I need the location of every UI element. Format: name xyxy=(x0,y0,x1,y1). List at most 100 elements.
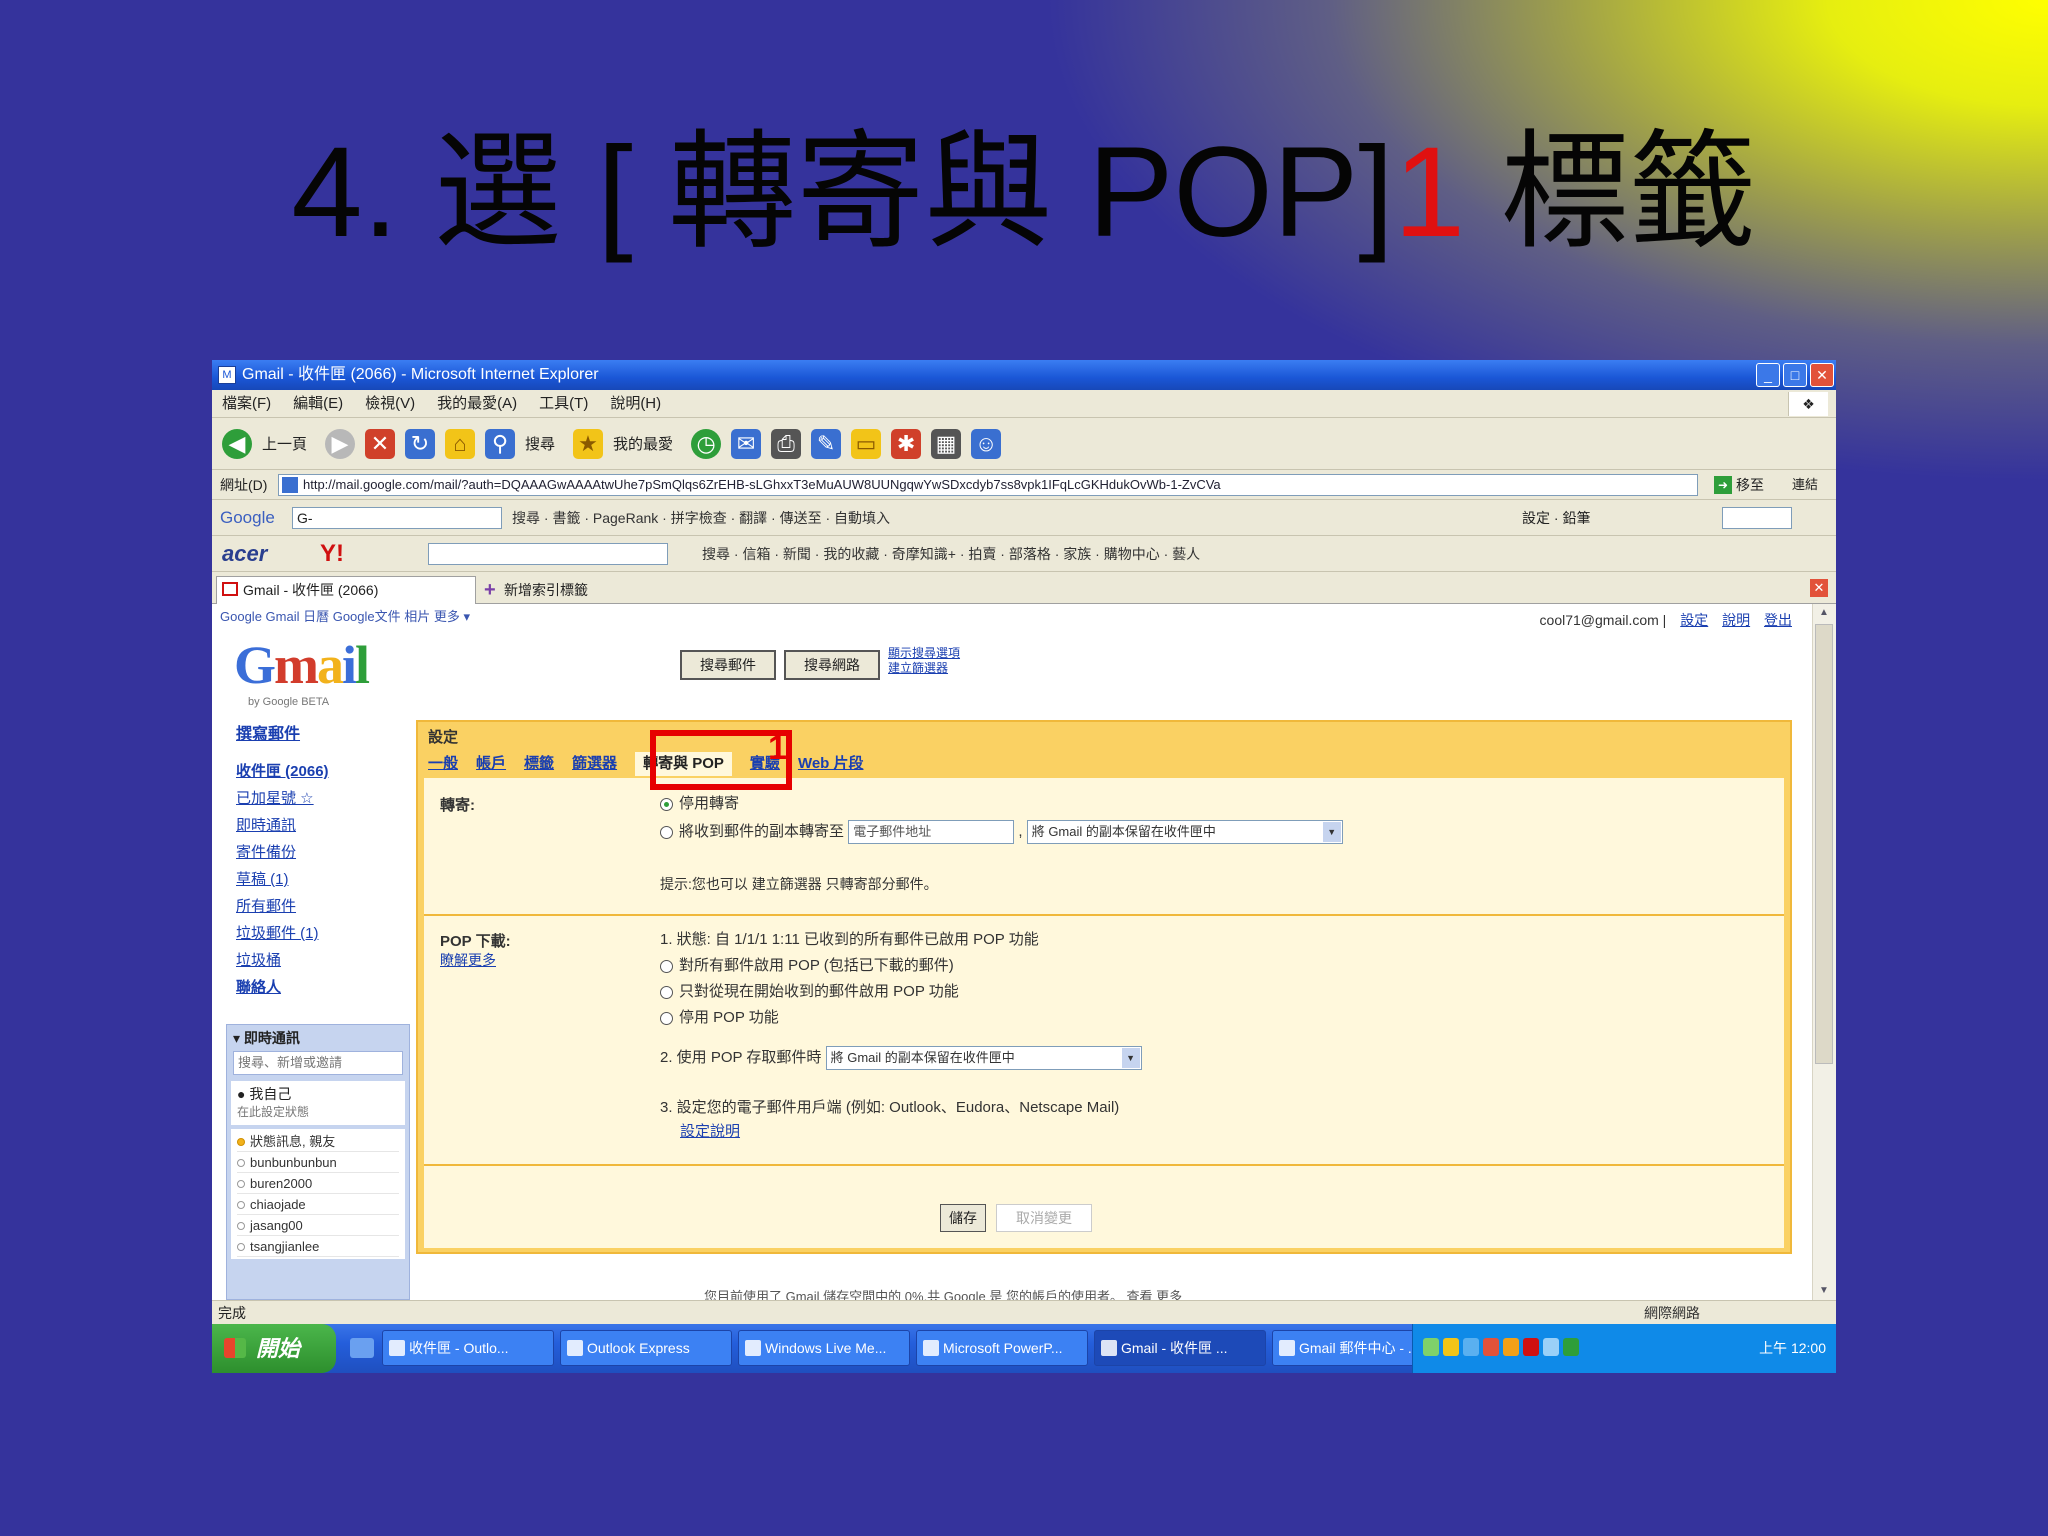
history-icon[interactable]: ◷ xyxy=(691,428,722,459)
pop-all-row[interactable]: 對所有郵件啟用 POP (包括已下載的郵件) xyxy=(660,954,954,975)
scroll-up-icon[interactable]: ▲ xyxy=(1815,604,1833,622)
tray-messenger-icon[interactable] xyxy=(1463,1338,1479,1356)
google-toolbar-box-right[interactable] xyxy=(1722,507,1792,529)
links-button[interactable]: 連結 xyxy=(1792,470,1818,500)
tray-battery-icon[interactable] xyxy=(1563,1338,1579,1356)
gmail-logo[interactable]: Gmail xyxy=(234,634,370,696)
maximize-button[interactable]: □ xyxy=(1783,363,1807,387)
address-input[interactable]: http://mail.google.com/mail/?auth=DQAAAG… xyxy=(278,474,1698,496)
tab-general[interactable]: 一般 xyxy=(428,752,458,776)
favorites-star-icon[interactable]: ★ xyxy=(573,428,604,459)
back-arrow-icon[interactable]: ◀ xyxy=(222,428,252,459)
folder-icon[interactable]: ▭ xyxy=(851,428,882,459)
nav-contacts[interactable]: 聯絡人 xyxy=(236,974,366,1001)
tray-clock[interactable]: 上午 12:00 xyxy=(1759,1324,1826,1373)
nav-trash[interactable]: 垃圾桶 xyxy=(236,947,366,974)
forward-email-input[interactable]: 電子郵件地址 xyxy=(848,820,1015,845)
tray-volume-icon[interactable] xyxy=(1443,1338,1459,1356)
task-powerpoint[interactable]: Microsoft PowerP... xyxy=(916,1330,1088,1366)
menu-favorites[interactable]: 我的最愛(A) xyxy=(437,390,517,417)
back-label[interactable]: 上一頁 xyxy=(262,433,307,454)
nav-chats[interactable]: 即時通訊 xyxy=(236,812,366,839)
google-toolbar-settings[interactable]: 設定 · 鉛筆 xyxy=(1522,500,1590,536)
task-outlook-express[interactable]: Outlook Express xyxy=(560,1330,732,1366)
nav-all-mail[interactable]: 所有郵件 xyxy=(236,893,366,920)
menu-help[interactable]: 說明(H) xyxy=(610,390,661,417)
scroll-down-icon[interactable]: ▼ xyxy=(1815,1282,1833,1300)
page-scrollbar[interactable]: ▲ ▼ xyxy=(1812,604,1836,1300)
print-icon[interactable]: ⎙ xyxy=(771,428,802,459)
save-button[interactable]: 儲存 xyxy=(940,1204,986,1232)
task-live-messenger[interactable]: Windows Live Me... xyxy=(738,1330,910,1366)
forward-disable-radio[interactable] xyxy=(660,797,673,811)
nav-drafts[interactable]: 草稿 (1) xyxy=(236,866,366,893)
tab-filters[interactable]: 篩選器 xyxy=(572,752,617,776)
task-outlook[interactable]: 收件匣 - Outlo... xyxy=(382,1330,554,1366)
close-tab-icon[interactable]: ✕ xyxy=(1810,579,1828,597)
pop-from-now-radio[interactable] xyxy=(660,985,673,999)
refresh-icon[interactable]: ↻ xyxy=(405,428,436,459)
window-titlebar[interactable]: M Gmail - 收件匣 (2066) - Microsoft Interne… xyxy=(212,360,1836,390)
chat-header[interactable]: ▾ 即時通訊 xyxy=(227,1025,409,1049)
search-label[interactable]: 搜尋 xyxy=(525,433,555,454)
tray-security-icon[interactable] xyxy=(1523,1338,1539,1356)
settings-link[interactable]: 設定 xyxy=(1680,612,1708,628)
calculator-icon[interactable]: ▦ xyxy=(931,428,962,459)
pop-action-select[interactable]: 將 Gmail 的副本保留在收件匣中 ▼ xyxy=(825,1046,1142,1071)
google-toolbar-search[interactable]: G- xyxy=(292,507,502,529)
chat-search-input[interactable]: 搜尋、新增或邀請 xyxy=(233,1051,403,1075)
list-item[interactable]: tsangjianlee xyxy=(237,1236,399,1257)
tab-gmail-inbox[interactable]: Gmail - 收件匣 (2066) xyxy=(216,576,476,604)
pop-all-radio[interactable] xyxy=(660,959,673,973)
close-window-button[interactable]: ✕ xyxy=(1810,363,1834,387)
pop-from-now-row[interactable]: 只對從現在開始收到的郵件啟用 POP 功能 xyxy=(660,980,959,1001)
pop-disable-row[interactable]: 停用 POP 功能 xyxy=(660,1006,779,1027)
forward-enable-radio[interactable] xyxy=(660,825,673,839)
yahoo-toolbar-buttons[interactable]: 搜尋 · 信箱 · 新聞 · 我的收藏 · 奇摩知識+ · 拍賣 · 部落格 ·… xyxy=(702,536,1200,572)
minimize-button[interactable]: _ xyxy=(1756,363,1780,387)
chat-self-status[interactable]: 在此設定狀態 xyxy=(237,1103,399,1121)
pop-config-link[interactable]: 設定說明 xyxy=(680,1123,740,1140)
pop-learn-more-link[interactable]: 瞭解更多 xyxy=(440,950,496,970)
list-item[interactable]: chiaojade xyxy=(237,1194,399,1215)
menu-edit[interactable]: 編輯(E) xyxy=(293,390,343,417)
tab-web-clips[interactable]: Web 片段 xyxy=(798,752,864,776)
compose-link[interactable]: 撰寫郵件 xyxy=(236,720,300,744)
mail-icon[interactable]: ✉ xyxy=(731,428,762,459)
pop-disable-radio[interactable] xyxy=(660,1011,673,1025)
chat-self[interactable]: ● 我自己 在此設定狀態 xyxy=(231,1081,405,1125)
search-web-button[interactable]: 搜尋網路 xyxy=(784,650,880,680)
new-tab-button[interactable]: + 新增索引標籤 xyxy=(482,576,588,604)
tab-labels[interactable]: 標籤 xyxy=(524,752,554,776)
search-options-link[interactable]: 顯示搜尋選項 建立篩選器 xyxy=(888,646,960,676)
yahoo-logo[interactable]: Y! xyxy=(320,536,344,572)
google-toolbar-buttons[interactable]: 搜尋 · 書籤 · PageRank · 拼字檢查 · 翻譯 · 傳送至 · 自… xyxy=(512,500,890,536)
forward-keep-select[interactable]: 將 Gmail 的副本保留在收件匣中 ▼ xyxy=(1026,820,1343,845)
forward-disable-row[interactable]: 停用轉寄 xyxy=(660,792,739,813)
tray-update-icon[interactable] xyxy=(1503,1338,1519,1356)
list-item[interactable]: jasang00 xyxy=(237,1215,399,1236)
forward-arrow-icon[interactable]: ▶ xyxy=(325,428,356,459)
search-mail-button[interactable]: 搜尋郵件 xyxy=(680,650,776,680)
yahoo-search-input[interactable] xyxy=(428,543,668,565)
stop-icon[interactable]: ✕ xyxy=(365,428,396,459)
nav-spam[interactable]: 垃圾郵件 (1) xyxy=(236,920,366,947)
scroll-thumb[interactable] xyxy=(1815,624,1833,1064)
nav-sent[interactable]: 寄件備份 xyxy=(236,839,366,866)
cancel-button[interactable]: 取消變更 xyxy=(996,1204,1092,1232)
menu-tools[interactable]: 工具(T) xyxy=(539,390,588,417)
messenger-icon[interactable]: ☺ xyxy=(971,428,1002,459)
go-button[interactable]: ➜ 移至 xyxy=(1712,474,1782,496)
google-top-links[interactable]: Google Gmail 日曆 Google文件 相片 更多 ▾ xyxy=(220,606,470,625)
research-icon[interactable]: ✱ xyxy=(891,428,922,459)
list-item[interactable]: buren2000 xyxy=(237,1173,399,1194)
start-button[interactable]: 開始 xyxy=(212,1324,336,1373)
tab-accounts[interactable]: 帳戶 xyxy=(476,752,506,776)
task-gmail-active[interactable]: Gmail - 收件匣 ... xyxy=(1094,1330,1266,1366)
quick-launch-icon[interactable] xyxy=(350,1338,374,1358)
favorites-label[interactable]: 我的最愛 xyxy=(613,433,673,454)
nav-inbox[interactable]: 收件匣 (2066) xyxy=(236,758,366,785)
edit-icon[interactable]: ✎ xyxy=(811,428,842,459)
help-link[interactable]: 說明 xyxy=(1722,612,1750,628)
tray-app-icon[interactable] xyxy=(1543,1338,1559,1356)
